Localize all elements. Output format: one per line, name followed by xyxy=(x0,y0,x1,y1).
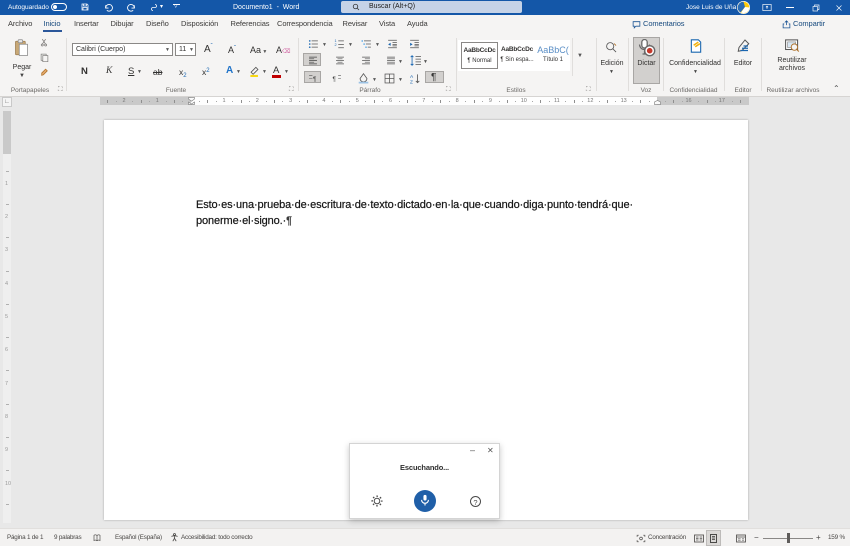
svg-text:¶: ¶ xyxy=(313,76,317,83)
svg-text:2: 2 xyxy=(335,43,337,47)
svg-text:Z: Z xyxy=(410,79,413,84)
svg-text:A: A xyxy=(410,74,414,80)
svg-text:¶: ¶ xyxy=(333,76,337,83)
